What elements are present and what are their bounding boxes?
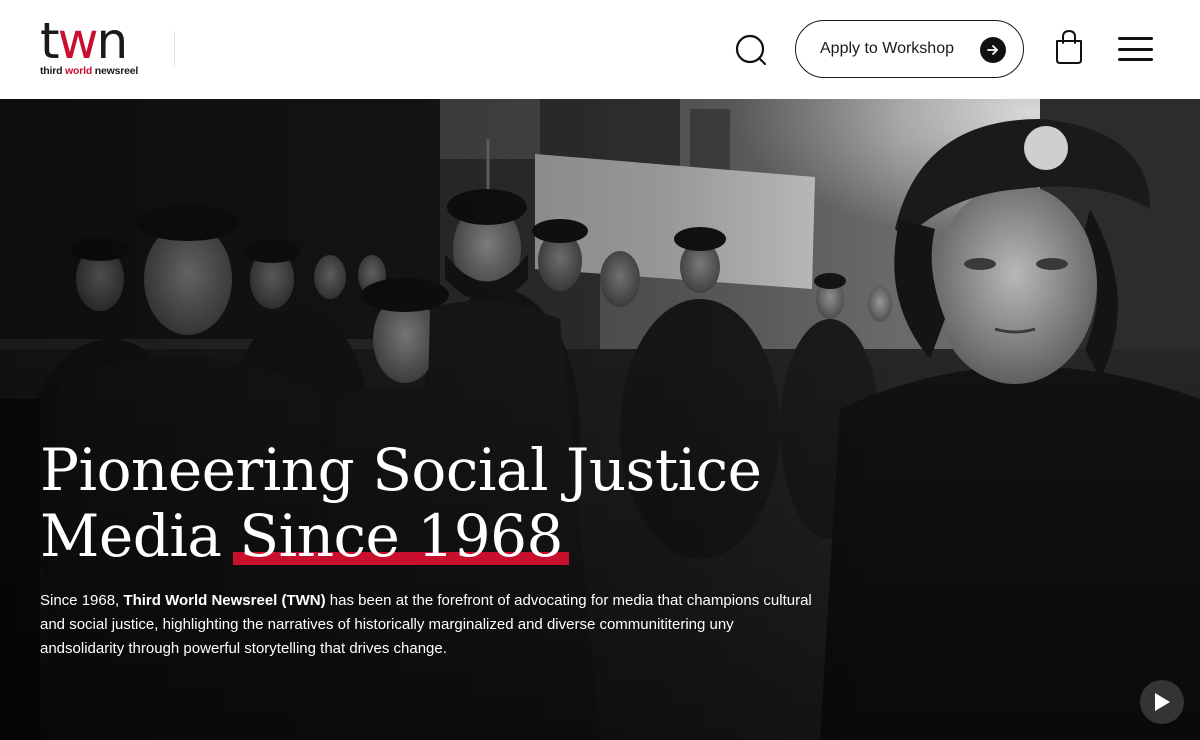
logo-subtitle: third world newsreel (40, 65, 139, 77)
play-icon[interactable] (1140, 680, 1184, 724)
menu-bar (1118, 58, 1153, 61)
logo-mark: twn (40, 12, 128, 70)
arrow-right-icon (980, 37, 1006, 63)
twn-logo[interactable]: twn third world newsreel (40, 12, 150, 79)
hero-title-line1: Pioneering Social Justice (40, 436, 762, 504)
hero-section: Pioneering Social Justice Media Since 19… (0, 99, 1200, 740)
shopping-bag-icon[interactable] (1054, 29, 1084, 65)
search-icon[interactable] (732, 31, 770, 69)
menu-bar (1118, 47, 1153, 51)
hero-title-highlight: Since 1968 (233, 502, 569, 570)
hero-description: Since 1968, Third World Newsreel (TWN) h… (40, 592, 812, 657)
site-header: twn third world newsreel Apply to Worksh… (0, 0, 1200, 99)
menu-bar (1118, 37, 1153, 40)
hero-title: Pioneering Social Justice Media Since 19… (40, 437, 800, 569)
hamburger-menu-icon[interactable] (1118, 37, 1154, 61)
header-divider (174, 31, 175, 67)
apply-button-label: Apply to Workshop (820, 40, 954, 57)
hero-title-line2: Media (40, 502, 240, 570)
apply-to-workshop-button[interactable]: Apply to Workshop (795, 20, 1024, 78)
hero-description-org: Third World Newsreel (TWN) (123, 592, 326, 609)
